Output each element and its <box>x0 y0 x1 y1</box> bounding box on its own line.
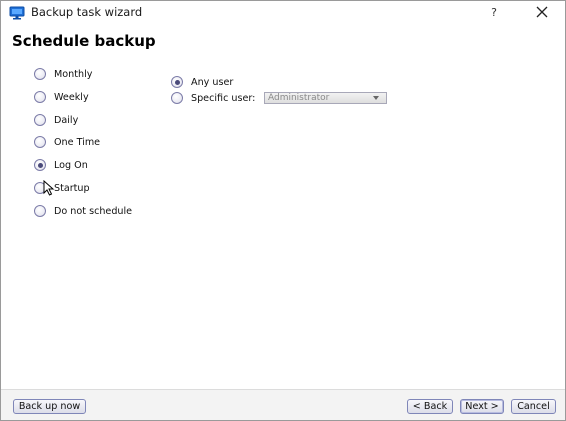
wizard-window: Backup task wizard ? Schedule backup Mon… <box>0 0 566 421</box>
page-title: Schedule backup <box>12 32 156 50</box>
radio-label: Any user <box>191 76 234 88</box>
radio-daily[interactable]: Daily <box>34 112 78 128</box>
radio-any-user[interactable]: Any user <box>171 74 233 90</box>
radio-label: Daily <box>54 114 79 126</box>
radio-do-not-schedule[interactable]: Do not schedule <box>34 203 132 219</box>
specific-user-select[interactable]: Administrator <box>264 92 387 104</box>
radio-circle[interactable] <box>171 76 183 88</box>
cancel-button[interactable]: Cancel <box>511 399 556 414</box>
radio-label: Log On <box>54 159 88 171</box>
title-bar: Backup task wizard ? <box>1 1 565 25</box>
radio-weekly[interactable]: Weekly <box>34 89 89 105</box>
radio-circle[interactable] <box>34 205 46 217</box>
radio-label: Specific user: <box>191 92 256 104</box>
back-up-now-button[interactable]: Back up now <box>13 399 86 414</box>
chevron-down-icon <box>373 96 379 100</box>
radio-circle[interactable] <box>171 92 183 104</box>
radio-monthly[interactable]: Monthly <box>34 66 92 82</box>
radio-label: Startup <box>54 182 90 194</box>
next-button[interactable]: Next > <box>460 399 504 414</box>
radio-one-time[interactable]: One Time <box>34 134 100 150</box>
radio-circle[interactable] <box>34 159 46 171</box>
radio-label: One Time <box>54 136 101 148</box>
close-button[interactable] <box>531 3 553 23</box>
mouse-cursor-icon <box>43 180 55 196</box>
radio-label: Weekly <box>54 91 89 103</box>
button-bar: Back up now < Back Next > Cancel <box>1 389 565 420</box>
monitor-icon <box>9 6 25 20</box>
radio-circle[interactable] <box>34 136 46 148</box>
window-title: Backup task wizard <box>31 5 143 19</box>
radio-circle[interactable] <box>34 114 46 126</box>
specific-user-value: Administrator <box>268 93 330 103</box>
radio-log-on[interactable]: Log On <box>34 157 88 173</box>
radio-specific-user[interactable]: Specific user: <box>171 90 255 106</box>
help-button[interactable]: ? <box>485 3 503 23</box>
radio-label: Monthly <box>54 68 93 80</box>
radio-circle[interactable] <box>34 91 46 103</box>
back-button[interactable]: < Back <box>407 399 453 414</box>
close-icon <box>536 6 548 18</box>
radio-label: Do not schedule <box>54 205 133 217</box>
radio-circle[interactable] <box>34 68 46 80</box>
